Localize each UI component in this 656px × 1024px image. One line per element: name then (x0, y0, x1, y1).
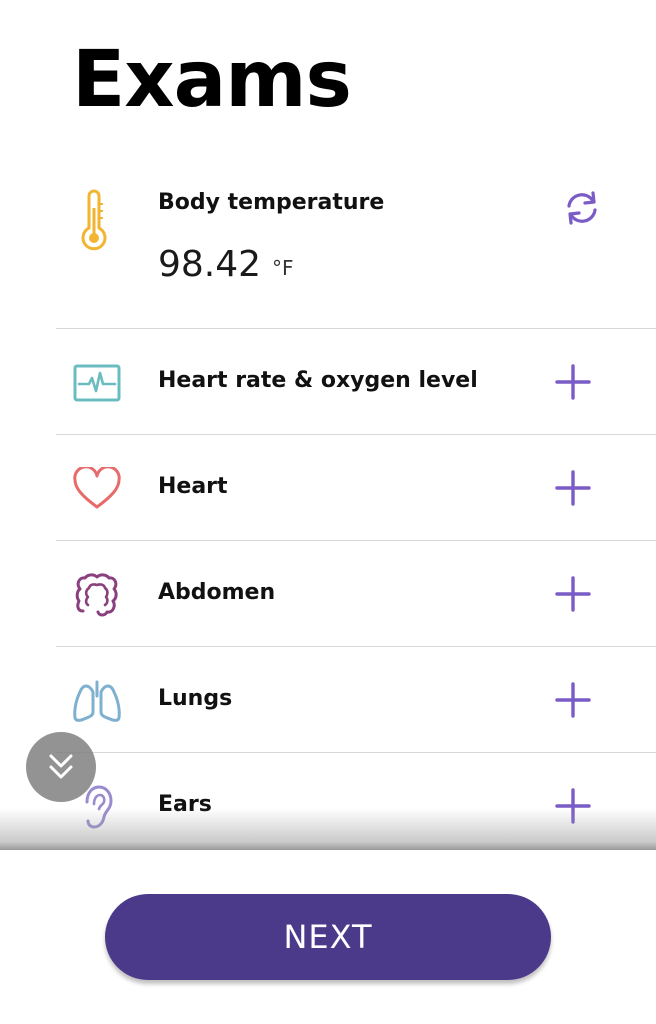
refresh-icon (567, 191, 597, 225)
add-heart-rate-oxygen-button[interactable] (549, 358, 597, 406)
exam-row-heart[interactable]: Heart (56, 436, 656, 541)
exam-label: Heart (158, 474, 228, 499)
double-chevron-down-icon (49, 754, 73, 779)
refresh-temperature-button[interactable] (558, 184, 606, 232)
add-heart-button[interactable] (549, 464, 597, 512)
divider (56, 646, 656, 647)
exam-label: Abdomen (158, 580, 276, 605)
exam-row-abdomen[interactable]: Abdomen (56, 542, 656, 647)
divider (56, 434, 656, 435)
exams-screen: Exams Body temperature 98.42 °F Heart ra… (0, 0, 656, 1024)
heart-icon (70, 464, 124, 514)
thermometer-icon (74, 188, 114, 262)
exam-row-heart-rate-oxygen[interactable]: Heart rate & oxygen level (56, 330, 656, 435)
scroll-fade-shadow (0, 808, 656, 850)
lungs-icon (70, 676, 124, 726)
page-title: Exams (72, 35, 352, 125)
plus-icon (555, 682, 591, 718)
body-temperature-value: 98.42 (158, 244, 262, 285)
plus-icon (555, 576, 591, 612)
exam-label: Lungs (158, 686, 233, 711)
exam-row-lungs[interactable]: Lungs (56, 648, 656, 753)
body-temperature-card: Body temperature 98.42 °F (56, 168, 656, 328)
exam-label: Heart rate & oxygen level (158, 368, 478, 393)
divider (56, 752, 656, 753)
plus-icon (555, 470, 591, 506)
next-button[interactable]: NEXT (105, 894, 551, 980)
pulse-monitor-icon (70, 358, 124, 408)
plus-icon (555, 364, 591, 400)
divider (56, 540, 656, 541)
add-lungs-button[interactable] (549, 676, 597, 724)
body-temperature-unit: °F (272, 256, 294, 280)
divider (56, 328, 656, 329)
footer: NEXT (0, 850, 656, 1024)
scroll-down-button[interactable] (26, 732, 96, 802)
body-temperature-label: Body temperature (158, 190, 385, 215)
intestine-icon (70, 570, 124, 620)
add-abdomen-button[interactable] (549, 570, 597, 618)
